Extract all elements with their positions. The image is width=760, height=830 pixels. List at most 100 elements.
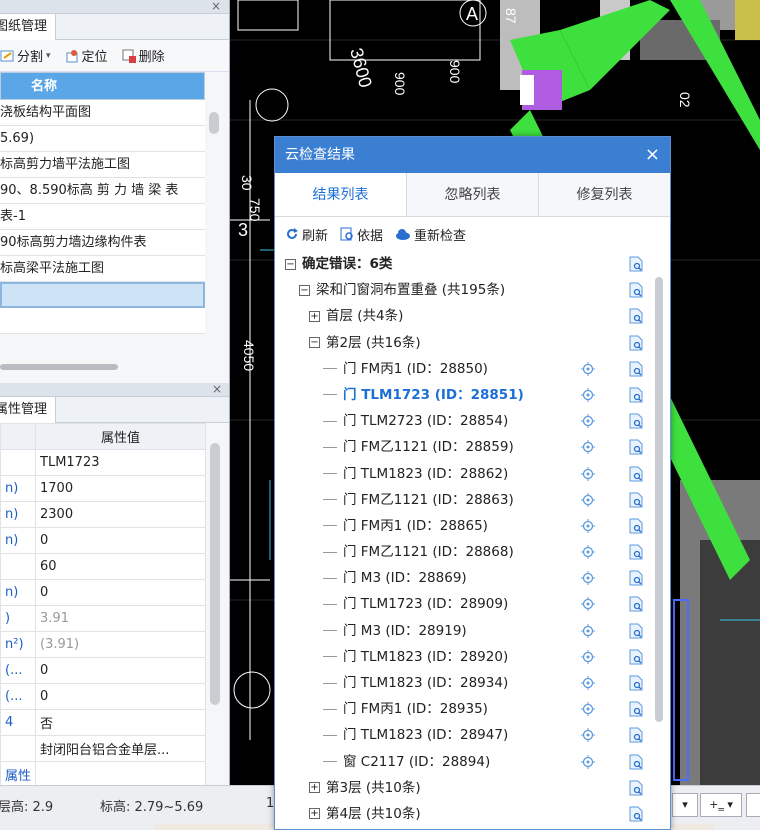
property-value[interactable]: 0: [35, 683, 206, 710]
drawing-list-item[interactable]: 90、8.590标高 剪 力 墙 梁 表: [0, 178, 205, 204]
property-value[interactable]: 否: [35, 709, 206, 736]
expand-icon[interactable]: +: [309, 782, 320, 794]
drawing-list-item[interactable]: 标高剪力墙平法施工图: [0, 152, 205, 178]
drawing-list-item[interactable]: 标高梁平法施工图: [0, 256, 205, 282]
tree-node[interactable]: 门 TLM1823 (ID：28947): [275, 722, 670, 748]
property-value[interactable]: 2300: [35, 501, 206, 528]
document-search-icon[interactable]: [629, 570, 643, 586]
document-search-icon[interactable]: [629, 492, 643, 508]
tree-node[interactable]: 门 FM丙1 (ID：28935): [275, 696, 670, 722]
document-search-icon[interactable]: [629, 466, 643, 482]
tree-node[interactable]: 门 TLM2723 (ID：28854): [275, 408, 670, 434]
drawing-panel-close-icon[interactable]: ×: [211, 0, 221, 13]
expand-icon[interactable]: +: [309, 808, 320, 820]
document-search-icon[interactable]: [629, 439, 643, 455]
property-panel-close-icon[interactable]: ×: [212, 382, 222, 396]
document-search-icon[interactable]: [629, 727, 643, 743]
property-row[interactable]: n) 2300: [0, 501, 206, 528]
tab-ignore-list[interactable]: 忽略列表: [406, 173, 538, 216]
tree-node[interactable]: 门 FM丙1 (ID：28850): [275, 356, 670, 382]
basis-button[interactable]: 依据: [340, 225, 383, 244]
drawing-list-item[interactable]: 表-1: [0, 204, 205, 230]
document-search-icon[interactable]: [629, 518, 643, 534]
tree-node[interactable]: 门 M3 (ID：28919): [275, 618, 670, 644]
tree-node[interactable]: 窗 C2117 (ID：28894): [275, 749, 670, 775]
locate-target-icon[interactable]: [581, 414, 595, 429]
locate-target-icon[interactable]: [581, 518, 595, 533]
tree-node[interactable]: + 第4层 (共10条): [275, 801, 670, 827]
drawing-list-vertical-scrollbar[interactable]: [209, 112, 219, 134]
dialog-scrollbar[interactable]: [655, 277, 663, 722]
drawing-list-item[interactable]: [0, 282, 205, 308]
drawing-list-item[interactable]: [0, 308, 205, 334]
tab-fix-list[interactable]: 修复列表: [538, 173, 670, 216]
dialog-close-icon[interactable]: ×: [645, 137, 660, 173]
document-search-icon[interactable]: [629, 361, 643, 377]
document-search-icon[interactable]: [629, 308, 643, 324]
tree-node[interactable]: − 梁和门窗洞布置重叠 (共195条): [275, 277, 670, 303]
property-value[interactable]: [35, 761, 206, 785]
property-row[interactable]: n) 1700: [0, 475, 206, 502]
document-search-icon[interactable]: [629, 256, 643, 272]
recheck-button[interactable]: 重新检查: [395, 225, 466, 244]
split-button[interactable]: 分割 ▾: [0, 46, 51, 65]
tree-node[interactable]: 门 TLM1723 (ID：28909): [275, 591, 670, 617]
tab-property-management[interactable]: 属性管理: [0, 397, 57, 423]
locate-target-icon[interactable]: [581, 545, 595, 560]
tab-drawing-management[interactable]: 图纸管理: [0, 14, 57, 40]
status-dropdown-3[interactable]: [746, 793, 760, 817]
tree-node[interactable]: 门 TLM1723 (ID：28851): [275, 382, 670, 408]
property-row[interactable]: 60: [0, 553, 206, 580]
property-value[interactable]: 60: [35, 553, 206, 580]
document-search-icon[interactable]: [629, 623, 643, 639]
drawing-list-item[interactable]: 5.69): [0, 126, 205, 152]
document-search-icon[interactable]: [629, 335, 643, 351]
document-search-icon[interactable]: [629, 544, 643, 560]
drawing-list-item[interactable]: 浇板结构平面图: [0, 100, 205, 126]
property-value[interactable]: 0: [35, 579, 206, 606]
status-dropdown-2[interactable]: +‗ ▾: [700, 793, 742, 817]
refresh-button[interactable]: 刷新: [285, 225, 328, 244]
tree-node[interactable]: 门 FM乙1121 (ID：28868): [275, 539, 670, 565]
property-row[interactable]: n) 0: [0, 579, 206, 606]
document-search-icon[interactable]: [629, 596, 643, 612]
property-row[interactable]: n) 0: [0, 527, 206, 554]
property-row[interactable]: ) 3.91: [0, 605, 206, 632]
tree-node[interactable]: + 第3层 (共10条): [275, 775, 670, 801]
property-value[interactable]: 1700: [35, 475, 206, 502]
collapse-icon[interactable]: −: [309, 337, 320, 349]
locate-target-icon[interactable]: [581, 649, 595, 664]
collapse-icon[interactable]: −: [285, 258, 296, 270]
document-search-icon[interactable]: [629, 754, 643, 770]
status-dropdown-1[interactable]: ▾: [672, 793, 698, 817]
locate-button[interactable]: 定位: [65, 46, 108, 65]
property-value[interactable]: 3.91: [35, 605, 206, 632]
locate-target-icon[interactable]: [581, 597, 595, 612]
property-row[interactable]: 4否: [0, 709, 206, 736]
locate-target-icon[interactable]: [581, 440, 595, 455]
document-search-icon[interactable]: [629, 806, 643, 822]
locate-target-icon[interactable]: [581, 623, 595, 638]
tree-node[interactable]: 门 TLM1823 (ID：28920): [275, 644, 670, 670]
property-value[interactable]: 0: [35, 657, 206, 684]
document-search-icon[interactable]: [629, 675, 643, 691]
tree-node[interactable]: 门 FM乙1121 (ID：28863): [275, 487, 670, 513]
property-panel-scrollbar[interactable]: [210, 443, 220, 705]
property-value[interactable]: 封闭阳台铝合金单层...: [35, 735, 206, 762]
locate-target-icon[interactable]: [581, 754, 595, 769]
document-search-icon[interactable]: [629, 701, 643, 717]
tree-node[interactable]: − 第2层 (共16条): [275, 330, 670, 356]
locate-target-icon[interactable]: [581, 676, 595, 690]
tree-node[interactable]: − 确定错误：6类: [275, 251, 670, 277]
document-search-icon[interactable]: [629, 387, 643, 403]
tree-node[interactable]: 门 FM丙1 (ID：28865): [275, 513, 670, 539]
tree-node[interactable]: 门 FM乙1121 (ID：28859): [275, 434, 670, 460]
property-row[interactable]: 封闭阳台铝合金单层...: [0, 735, 206, 762]
drawing-list-horizontal-scrollbar[interactable]: [0, 364, 118, 370]
locate-target-icon[interactable]: [581, 702, 595, 717]
document-search-icon[interactable]: [629, 413, 643, 429]
delete-button[interactable]: 删除: [122, 46, 165, 65]
locate-target-icon[interactable]: [581, 466, 595, 481]
locate-target-icon[interactable]: [581, 728, 595, 743]
drawing-list-item[interactable]: 90标高剪力墙边缘构件表: [0, 230, 205, 256]
